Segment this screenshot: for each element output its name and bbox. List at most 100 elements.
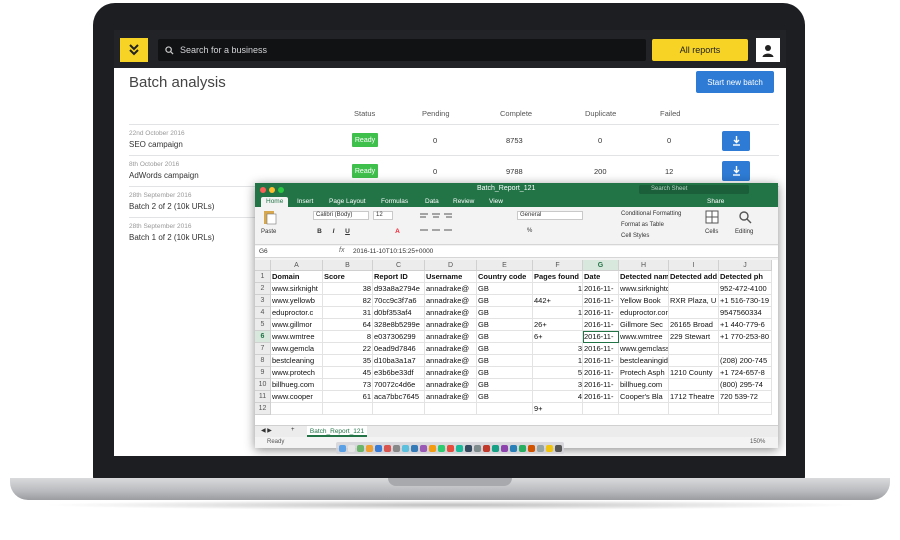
dock-app-icon[interactable] [401, 444, 409, 452]
row-header[interactable]: 10 [255, 379, 271, 391]
column-header[interactable]: D [425, 260, 477, 271]
table-cell[interactable]: +1 516-730-19 [719, 295, 772, 307]
table-cell[interactable]: RXR Plaza, U [669, 295, 719, 307]
table-cell[interactable]: GB [477, 295, 533, 307]
dock-app-icon[interactable] [383, 444, 391, 452]
table-cell[interactable]: 2016-11- [583, 343, 619, 355]
dock-app-icon[interactable] [437, 444, 445, 452]
minimize-window-icon[interactable] [269, 186, 275, 193]
table-cell[interactable]: Detected ph [719, 271, 772, 283]
close-window-icon[interactable] [260, 186, 266, 193]
table-cell[interactable]: 8 [323, 331, 373, 343]
table-cell[interactable]: GB [477, 367, 533, 379]
table-cell[interactable]: annadrake@ [425, 355, 477, 367]
table-cell[interactable]: annadrake@ [425, 307, 477, 319]
table-cell[interactable]: bestcleaningid.com [619, 355, 669, 367]
table-cell[interactable] [669, 307, 719, 319]
table-cell[interactable]: 2016-11- [583, 319, 619, 331]
table-cell[interactable]: GB [477, 391, 533, 403]
table-cell[interactable]: Username [425, 271, 477, 283]
table-cell[interactable]: Date [583, 271, 619, 283]
table-cell[interactable]: Domain [271, 271, 323, 283]
table-cell[interactable] [719, 343, 772, 355]
maximize-window-icon[interactable] [278, 186, 284, 193]
dock-app-icon[interactable] [527, 444, 535, 452]
download-button[interactable] [722, 161, 750, 181]
table-cell[interactable]: www.gemcla [271, 343, 323, 355]
row-header[interactable]: 6 [255, 331, 271, 343]
tab-review[interactable]: Review [453, 197, 474, 207]
table-cell[interactable] [425, 403, 477, 415]
table-cell[interactable] [619, 403, 669, 415]
table-cell[interactable]: 2016-11- [583, 331, 619, 343]
table-cell[interactable]: 2016-11- [583, 283, 619, 295]
column-header[interactable]: H [619, 260, 669, 271]
row-header[interactable]: 3 [255, 295, 271, 307]
table-cell[interactable] [323, 403, 373, 415]
table-cell[interactable]: GB [477, 343, 533, 355]
row-header[interactable]: 7 [255, 343, 271, 355]
table-cell[interactable]: 35 [323, 355, 373, 367]
column-header[interactable]: G [583, 260, 619, 271]
tab-formulas[interactable]: Formulas [381, 197, 408, 207]
sheet-tab[interactable]: Batch_Report_121 [307, 426, 367, 437]
fx-icon[interactable]: fx [339, 247, 344, 254]
table-cell[interactable]: 2016-11- [583, 295, 619, 307]
table-cell[interactable]: 442+ [533, 295, 583, 307]
sheet-nav-icons[interactable]: ◀ ▶ [261, 427, 272, 434]
table-cell[interactable]: GB [477, 379, 533, 391]
table-cell[interactable]: d0bf353af4 [373, 307, 425, 319]
editing-button[interactable]: Editing [735, 229, 753, 235]
table-cell[interactable]: 22 [323, 343, 373, 355]
spreadsheet-grid[interactable]: A B C D E F G H I J 1 Domain Score Report ID Username C… [255, 260, 778, 425]
table-cell[interactable]: 82 [323, 295, 373, 307]
table-cell[interactable]: 45 [323, 367, 373, 379]
conditional-formatting-button[interactable]: Conditional Formatting [621, 211, 681, 217]
column-header[interactable]: C [373, 260, 425, 271]
table-cell[interactable]: Country code [477, 271, 533, 283]
tab-data[interactable]: Data [425, 197, 439, 207]
table-cell[interactable]: www.protech [271, 367, 323, 379]
start-new-batch-button[interactable]: Start new batch [696, 71, 774, 93]
dock-app-icon[interactable] [536, 444, 544, 452]
table-cell[interactable]: e3b6be33df [373, 367, 425, 379]
row-header[interactable]: 2 [255, 283, 271, 295]
dock-app-icon[interactable] [356, 444, 364, 452]
table-cell[interactable]: eduproctor.com [619, 307, 669, 319]
table-cell[interactable]: 73 [323, 379, 373, 391]
row-header[interactable]: 11 [255, 391, 271, 403]
table-cell[interactable]: eduproctor.c [271, 307, 323, 319]
table-cell[interactable]: annadrake@ [425, 343, 477, 355]
batch-name[interactable]: Batch 1 of 2 (10k URLs) [129, 233, 214, 242]
table-cell[interactable]: 2016-11- [583, 391, 619, 403]
table-cell[interactable]: 2016-11- [583, 307, 619, 319]
zoom-level[interactable]: 150% [750, 439, 765, 445]
tab-page-layout[interactable]: Page Layout [329, 197, 366, 207]
table-cell[interactable]: www.sirknight [271, 283, 323, 295]
column-header[interactable]: E [477, 260, 533, 271]
table-cell[interactable]: Pages found [533, 271, 583, 283]
dock-app-icon[interactable] [554, 444, 562, 452]
table-cell[interactable]: Detected add [669, 271, 719, 283]
table-cell[interactable]: annadrake@ [425, 319, 477, 331]
dock-app-icon[interactable] [347, 444, 355, 452]
table-cell[interactable]: Cooper's Bla [619, 391, 669, 403]
table-cell[interactable]: GB [477, 319, 533, 331]
cell-styles-button[interactable]: Cell Styles [621, 233, 649, 239]
row-header[interactable]: 12 [255, 403, 271, 415]
download-button[interactable] [722, 131, 750, 151]
table-cell[interactable]: Report ID [373, 271, 425, 283]
tab-view[interactable]: View [489, 197, 503, 207]
table-cell[interactable]: www.cooper [271, 391, 323, 403]
table-cell[interactable]: Protech Asph [619, 367, 669, 379]
dock-app-icon[interactable] [410, 444, 418, 452]
table-cell[interactable]: www.wmtree [619, 331, 669, 343]
row-header[interactable]: 5 [255, 319, 271, 331]
table-cell[interactable]: annadrake@ [425, 331, 477, 343]
table-cell[interactable]: GB [477, 355, 533, 367]
table-cell[interactable]: annadrake@ [425, 283, 477, 295]
paste-button[interactable]: Paste [261, 229, 276, 235]
table-cell[interactable]: GB [477, 283, 533, 295]
table-cell[interactable] [373, 403, 425, 415]
percent-icon[interactable]: % [527, 228, 532, 234]
